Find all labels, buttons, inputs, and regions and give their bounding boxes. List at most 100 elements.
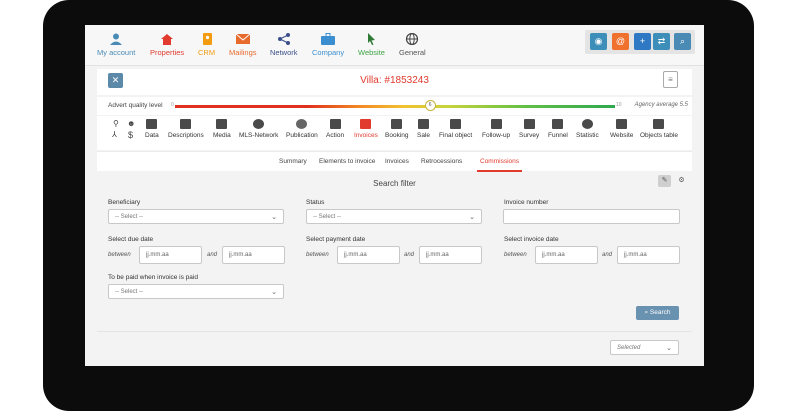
nav-label: Company (312, 48, 345, 57)
nav-label: My account (97, 48, 136, 57)
module-media[interactable]: Media (213, 119, 231, 139)
clear-filter-button[interactable]: ✎ (658, 175, 671, 187)
global-search-button[interactable]: ⌕ (674, 33, 691, 50)
module-label: MLS-Network (239, 132, 279, 139)
eraser-icon: ✎ (661, 177, 668, 184)
price-icon[interactable]: $ (128, 130, 133, 140)
tab-commissions[interactable]: Commissions (480, 158, 519, 165)
quality-knob: 6 (424, 100, 436, 111)
view-button[interactable]: ◉ (590, 33, 607, 50)
module-invoices[interactable]: Invoices (354, 119, 378, 139)
select-value: Selected (617, 345, 641, 351)
house-icon (450, 119, 462, 129)
payment-date-to[interactable]: jj.mm.aa (419, 246, 482, 264)
eye-icon: ◉ (594, 36, 603, 46)
module-data[interactable]: Data (145, 119, 159, 139)
payment-date-from[interactable]: jj.mm.aa (337, 246, 400, 264)
quality-min: 0 (171, 102, 174, 108)
module-label: Data (145, 132, 159, 139)
chevron-down-icon: ⌄ (469, 214, 475, 221)
tab-elements-to-invoice[interactable]: Elements to invoice (319, 158, 375, 165)
nav-crm[interactable]: CRM (198, 33, 215, 57)
tab-invoices[interactable]: Invoices (385, 158, 409, 165)
module-label: Follow-up (482, 132, 511, 139)
people-icon[interactable]: ☻ (127, 119, 135, 128)
nav-network[interactable]: Network (270, 33, 298, 57)
page-title: Villa: #1853243 (360, 75, 429, 86)
module-action[interactable]: Action (326, 119, 344, 139)
nav-label: General (399, 48, 426, 57)
chevron-down-icon: ⌄ (271, 214, 277, 221)
module-survey[interactable]: Survey (519, 119, 539, 139)
module-statistic[interactable]: Statistic (576, 119, 599, 139)
module-funnel[interactable]: Funnel (548, 119, 568, 139)
status-label: Status (306, 199, 325, 206)
status-select[interactable]: -- Select -- ⌄ (306, 209, 482, 224)
pdf-icon[interactable]: ⅄ (112, 130, 117, 139)
between-text: between (108, 252, 131, 258)
quality-label: Advert quality level (108, 102, 163, 109)
envelope-icon (235, 33, 250, 44)
invoice-date-from[interactable]: jj.mm.aa (535, 246, 598, 264)
invoice-number-input[interactable] (503, 209, 680, 224)
payment-date-label: Select payment date (306, 236, 366, 243)
nav-label: Properties (150, 48, 185, 57)
module-website[interactable]: Website (610, 119, 633, 139)
globe-icon (253, 119, 265, 129)
gears-icon (490, 119, 502, 129)
gear-icon: ⚙ (678, 177, 685, 184)
filter-settings-button[interactable]: ⚙ (675, 175, 688, 187)
share-icon (277, 33, 290, 45)
module-label: Booking (385, 132, 409, 139)
due-date-from[interactable]: jj.mm.aa (139, 246, 202, 264)
quality-max: 10 (616, 102, 622, 108)
document-icon (180, 119, 192, 129)
module-sale[interactable]: Sale (417, 119, 430, 139)
table-icon (653, 119, 665, 129)
add-contact-button[interactable]: + (634, 33, 651, 50)
invoice-date-label: Select invoice date (504, 236, 559, 243)
module-mls-network[interactable]: MLS-Network (239, 119, 278, 139)
matching-button[interactable]: ⇄ (653, 33, 670, 50)
email-button[interactable]: @ (612, 33, 629, 50)
module-final-object[interactable]: Final object (439, 119, 472, 139)
module-objects-table[interactable]: Objects table (640, 119, 678, 139)
beneficiary-select[interactable]: -- Select -- ⌄ (108, 209, 284, 224)
search-button-label: Search (649, 309, 671, 316)
paid-when-select[interactable]: -- Select -- ⌄ (108, 284, 284, 299)
filter-title: Search filter (373, 179, 416, 188)
top-navigation: My account Properties CRM Mailings Netwo… (85, 25, 704, 66)
module-label: Funnel (548, 132, 568, 139)
bulk-action-select[interactable]: Selected ⌄ (610, 340, 679, 355)
house-icon (146, 119, 158, 129)
add-user-icon: + (639, 36, 646, 46)
shuffle-icon: ⇄ (657, 36, 666, 46)
tab-summary[interactable]: Summary (279, 158, 307, 165)
module-label: Website (610, 132, 634, 139)
monitor-icon (616, 119, 628, 129)
nav-properties[interactable]: Properties (150, 33, 184, 57)
module-descriptions[interactable]: Descriptions (168, 119, 204, 139)
nav-mailings[interactable]: Mailings (229, 33, 257, 57)
module-publication[interactable]: Publication (286, 119, 318, 139)
broadcast-icon (296, 119, 308, 129)
nav-my-account[interactable]: My account (97, 33, 135, 57)
between-text: between (504, 252, 527, 258)
module-label: Media (213, 132, 231, 139)
nav-website[interactable]: Website (358, 33, 385, 57)
link-icon[interactable]: ⚲ (113, 119, 119, 128)
module-follow-up[interactable]: Follow-up (482, 119, 510, 139)
funnel-icon (552, 119, 564, 129)
paid-when-label: To be paid when invoice is paid (108, 274, 198, 281)
property-title-bar: ✕ Villa: #1853243 ≡ (97, 69, 692, 95)
tab-retrocessions[interactable]: Retrocessions (421, 158, 462, 165)
invoice-date-to[interactable]: jj.mm.aa (617, 246, 680, 264)
notes-button[interactable]: ≡ (663, 71, 678, 88)
nav-general[interactable]: General (399, 33, 426, 57)
search-button[interactable]: ⌕ Search (636, 306, 679, 320)
due-date-to[interactable]: jj.mm.aa (222, 246, 285, 264)
nav-label: Website (358, 48, 385, 57)
search-icon: ⌕ (679, 36, 686, 46)
nav-company[interactable]: Company (312, 33, 344, 57)
module-booking[interactable]: Booking (385, 119, 409, 139)
